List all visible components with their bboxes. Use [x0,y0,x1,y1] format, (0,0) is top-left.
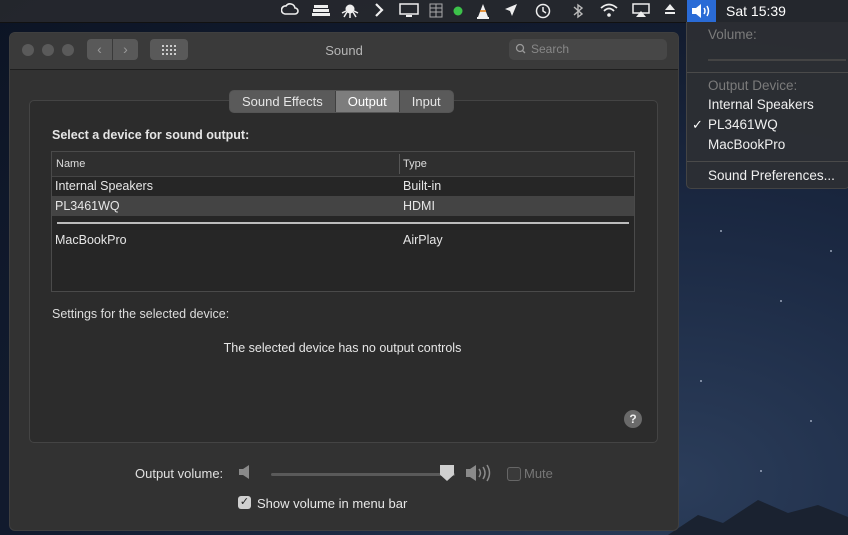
show-volume-label: Show volume in menu bar [257,496,408,511]
menubar-clock[interactable]: Sat 15:39 [726,3,786,19]
bluetooth-icon[interactable] [570,3,586,19]
grid-icon[interactable] [428,3,444,19]
display-icon[interactable] [398,3,420,19]
dropdown-device-item-selected[interactable]: PL3461WQ [708,117,778,132]
volume-icon [692,4,710,18]
tab-output[interactable]: Output [335,91,400,112]
no-controls-message: The selected device has no output contro… [223,341,462,355]
sound-preferences-window: ‹ › Sound Search Sound Effects Output In… [9,32,679,531]
help-button[interactable]: ? [624,410,642,428]
dropdown-separator [687,161,848,162]
speaker-low-icon [238,464,252,484]
device-name: MacBookPro [55,233,127,247]
column-header-name[interactable]: Name [56,158,85,170]
star [700,380,702,382]
column-header-type[interactable]: Type [403,158,427,170]
octopus-icon[interactable] [340,3,360,19]
wifi-icon[interactable] [598,3,620,19]
tab-input[interactable]: Input [399,91,453,112]
search-icon [515,39,526,67]
time-machine-icon[interactable] [533,3,553,19]
checkmark-icon: ✓ [692,117,703,132]
volume-slider-track[interactable] [271,473,455,476]
star [780,300,782,302]
airplay-icon[interactable] [631,3,651,19]
device-type: HDMI [403,199,435,213]
sound-preferences-menu-item[interactable]: Sound Preferences... [708,168,835,183]
column-separator [399,154,400,174]
dropdown-device-item[interactable]: Internal Speakers [708,97,814,112]
device-list-heading: Select a device for sound output: [52,128,250,142]
show-volume-checkbox[interactable]: ✓ [238,496,251,509]
star [810,420,812,422]
settings-label: Settings for the selected device: [52,307,230,321]
star [830,250,832,252]
mute-checkbox[interactable] [507,467,521,481]
device-type: Built-in [403,179,442,193]
device-name: PL3461WQ [55,199,120,213]
location-arrow-icon[interactable] [503,3,519,19]
mute-label: Mute [524,466,553,481]
chevron-icon[interactable] [372,3,386,19]
mountain-silhouette [668,500,848,535]
output-device-table: Name Type Internal Speakers Built-in PL3… [51,151,635,292]
volume-dropdown-menu: Volume: Output Device: Internal Speakers… [686,22,848,189]
menu-bar: Sat 15:39 [0,0,848,23]
dropdown-output-device-label: Output Device: [708,78,798,93]
window-titlebar: ‹ › Sound Search [10,33,678,70]
output-volume-label: Output volume: [135,466,224,481]
ship-icon[interactable] [310,3,332,19]
device-name: Internal Speakers [55,179,153,193]
star [720,230,722,232]
dropdown-device-item[interactable]: MacBookPro [708,137,785,152]
dropdown-volume-slider[interactable] [708,59,846,61]
vlc-cone-icon[interactable] [473,3,493,19]
tab-sound-effects[interactable]: Sound Effects [230,91,336,112]
table-header: Name Type [52,152,634,177]
table-row[interactable]: MacBookPro AirPlay [52,230,634,250]
green-dot-icon[interactable] [452,3,464,19]
speaker-high-icon [465,462,497,489]
tab-bar: Sound Effects Output Input [229,90,454,113]
search-placeholder: Search [531,42,570,56]
device-type: AirPlay [403,233,443,247]
star [760,470,762,472]
search-input[interactable]: Search [509,39,667,60]
dropdown-volume-label: Volume: [708,27,757,42]
table-row-selected[interactable]: PL3461WQ HDMI [52,196,634,216]
eject-icon[interactable] [662,3,678,19]
volume-menu-extra[interactable] [687,0,716,22]
creative-cloud-icon[interactable] [280,3,300,19]
drop-indicator-line [57,222,629,224]
volume-slider-thumb[interactable] [440,465,454,481]
table-row[interactable]: Internal Speakers Built-in [52,176,634,196]
dropdown-separator [687,72,848,73]
